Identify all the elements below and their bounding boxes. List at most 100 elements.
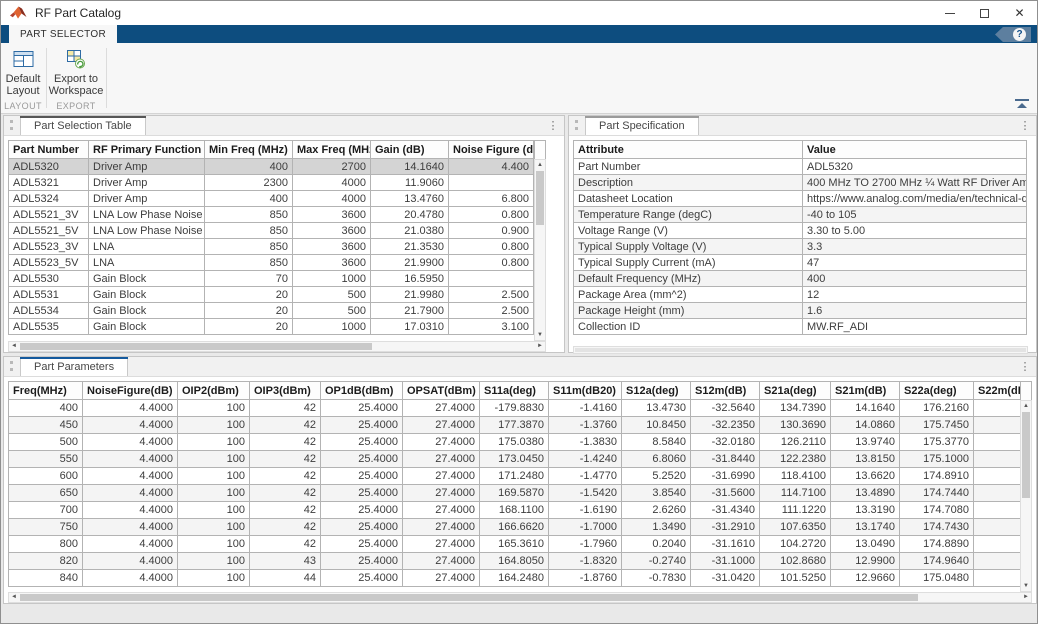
table-cell[interactable]: 126.2110 (760, 434, 831, 451)
table-cell[interactable]: 169.5870 (480, 485, 549, 502)
table-cell[interactable]: ADL5535 (9, 319, 89, 335)
table-cell[interactable]: 42 (250, 451, 321, 468)
table-cell[interactable]: 27.4000 (403, 485, 480, 502)
table-cell[interactable] (974, 400, 1021, 417)
table-cell[interactable]: 3600 (293, 255, 371, 271)
table-cell[interactable]: 0.800 (449, 239, 534, 255)
table-cell[interactable]: 70 (205, 271, 293, 287)
table-cell[interactable]: -32.0180 (691, 434, 760, 451)
table-cell[interactable]: 102.8680 (760, 553, 831, 570)
table-cell[interactable]: 174.7080 (900, 502, 974, 519)
table-row[interactable]: Package Height (mm)1.6 (574, 303, 1027, 319)
table-cell[interactable]: 42 (250, 502, 321, 519)
table-cell[interactable]: 130.3690 (760, 417, 831, 434)
table-cell[interactable]: 27.4000 (403, 468, 480, 485)
table-cell[interactable]: 42 (250, 400, 321, 417)
table-cell[interactable]: 850 (205, 207, 293, 223)
table-cell[interactable]: 27.4000 (403, 451, 480, 468)
table-cell[interactable]: 21.0380 (371, 223, 449, 239)
table-cell[interactable]: 25.4000 (321, 536, 403, 553)
table-cell[interactable]: 27.4000 (403, 536, 480, 553)
table-cell[interactable]: Gain Block (89, 319, 205, 335)
panel-menu-icon[interactable]: ⋮ (546, 119, 560, 133)
table-cell[interactable]: 25.4000 (321, 417, 403, 434)
table-cell[interactable]: 173.0450 (480, 451, 549, 468)
vertical-scrollbar[interactable]: ▲ ▼ (534, 159, 546, 341)
table-cell[interactable]: 4.4000 (83, 468, 178, 485)
table-row[interactable]: 8404.40001004425.400027.4000164.2480-1.8… (9, 570, 1021, 587)
scroll-left-icon[interactable]: ◄ (9, 342, 19, 351)
table-row[interactable]: Collection IDMW.RF_ADI (574, 319, 1027, 335)
table-cell[interactable]: ADL5523_3V (9, 239, 89, 255)
table-cell[interactable]: 4.4000 (83, 485, 178, 502)
table-row[interactable]: 8004.40001004225.400027.4000165.3610-1.7… (9, 536, 1021, 553)
table-cell[interactable]: 42 (250, 434, 321, 451)
table-row[interactable]: ADL5321Driver Amp2300400011.9060 (9, 175, 534, 191)
table-cell[interactable]: 4.4000 (83, 434, 178, 451)
table-cell[interactable]: 850 (205, 223, 293, 239)
table-cell[interactable]: 450 (9, 417, 83, 434)
scroll-left-icon[interactable]: ◄ (9, 593, 19, 602)
table-cell[interactable]: 2700 (293, 159, 371, 175)
table-cell[interactable]: 175.0380 (480, 434, 549, 451)
table-cell[interactable]: 174.8910 (900, 468, 974, 485)
table-cell[interactable]: 43 (250, 553, 321, 570)
table-cell[interactable]: -0.7830 (622, 570, 691, 587)
scroll-down-icon[interactable]: ▼ (1021, 581, 1031, 591)
table-cell[interactable]: 10.8450 (622, 417, 691, 434)
table-cell[interactable]: 100 (178, 434, 250, 451)
table-cell[interactable]: 4.4000 (83, 570, 178, 587)
panel-grip-icon[interactable] (575, 120, 578, 130)
table-cell[interactable]: 16.5950 (371, 271, 449, 287)
table-cell[interactable]: 166.6620 (480, 519, 549, 536)
table-cell[interactable]: 176.2160 (900, 400, 974, 417)
table-cell[interactable]: 650 (9, 485, 83, 502)
table-cell[interactable]: 500 (293, 287, 371, 303)
table-cell[interactable]: Datasheet Location (574, 191, 803, 207)
table-cell[interactable]: 3600 (293, 223, 371, 239)
table-row[interactable]: ADL5534Gain Block2050021.79002.500 (9, 303, 534, 319)
table-cell[interactable]: ADL5320 (9, 159, 89, 175)
table-cell[interactable]: 164.8050 (480, 553, 549, 570)
table-cell[interactable]: 4.4000 (83, 553, 178, 570)
table-cell[interactable]: 25.4000 (321, 400, 403, 417)
table-cell[interactable]: Typical Supply Current (mA) (574, 255, 803, 271)
table-row[interactable]: 4004.40001004225.400027.4000-179.8830-1.… (9, 400, 1021, 417)
table-cell[interactable]: 25.4000 (321, 485, 403, 502)
table-cell[interactable]: 2.500 (449, 287, 534, 303)
table-cell[interactable]: 4.4000 (83, 417, 178, 434)
horizontal-scrollbar[interactable]: ◄ ► (8, 341, 546, 352)
table-row[interactable]: Voltage Range (V)3.30 to 5.00 (574, 223, 1027, 239)
table-cell[interactable]: Driver Amp (89, 191, 205, 207)
table-cell[interactable]: -1.8320 (549, 553, 622, 570)
table-cell[interactable]: 100 (178, 468, 250, 485)
table-cell[interactable]: 0.900 (449, 223, 534, 239)
tab-part-selection-table[interactable]: Part Selection Table (20, 115, 146, 135)
table-cell[interactable]: 101.5250 (760, 570, 831, 587)
collapse-ribbon-button[interactable] (1015, 99, 1029, 109)
panel-grip-icon[interactable] (10, 120, 13, 130)
table-cell[interactable]: 13.0490 (831, 536, 900, 553)
table-cell[interactable]: 4.4000 (83, 451, 178, 468)
table-cell[interactable]: 114.7100 (760, 485, 831, 502)
table-cell[interactable]: LNA Low Phase Noise (89, 223, 205, 239)
table-cell[interactable]: LNA (89, 239, 205, 255)
table-cell[interactable]: 12.9900 (831, 553, 900, 570)
table-cell[interactable]: 107.6350 (760, 519, 831, 536)
table-cell[interactable]: 27.4000 (403, 400, 480, 417)
table-cell[interactable]: -31.2910 (691, 519, 760, 536)
table-cell[interactable]: Gain Block (89, 271, 205, 287)
table-cell[interactable]: Part Number (574, 159, 803, 175)
table-cell[interactable]: 20 (205, 303, 293, 319)
table-cell[interactable]: 400 (803, 271, 1027, 287)
table-cell[interactable]: 42 (250, 485, 321, 502)
table-cell[interactable]: 4.4000 (83, 502, 178, 519)
table-row[interactable]: ADL5531Gain Block2050021.99802.500 (9, 287, 534, 303)
table-row[interactable]: Typical Supply Voltage (V)3.3 (574, 239, 1027, 255)
table-cell[interactable]: 13.1740 (831, 519, 900, 536)
panel-menu-icon[interactable]: ⋮ (1018, 360, 1032, 374)
table-cell[interactable]: -31.0420 (691, 570, 760, 587)
table-cell[interactable]: 42 (250, 519, 321, 536)
table-cell[interactable]: 25.4000 (321, 553, 403, 570)
table-cell[interactable]: Temperature Range (degC) (574, 207, 803, 223)
